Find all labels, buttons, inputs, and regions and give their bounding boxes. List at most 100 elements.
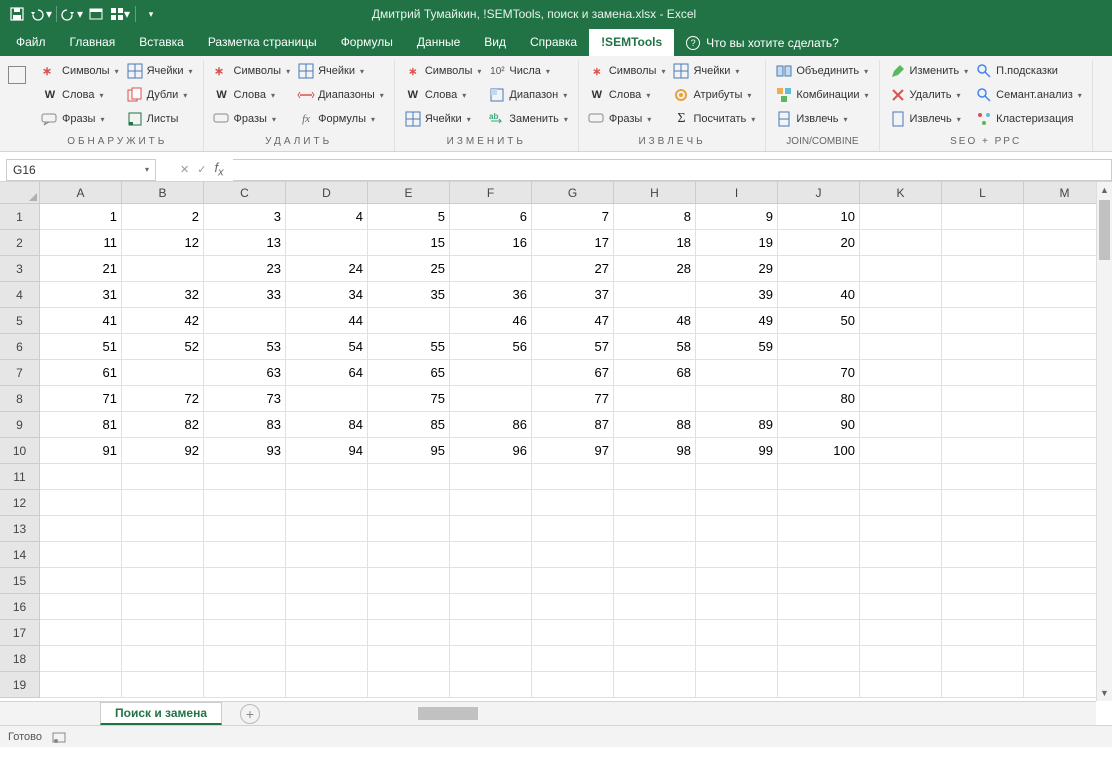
cell-H15[interactable] [614, 568, 696, 594]
detect-words[interactable]: WСлова▾ [38, 84, 123, 106]
cell-B16[interactable] [122, 594, 204, 620]
row-header-2[interactable]: 2 [0, 230, 40, 256]
row-header-5[interactable]: 5 [0, 308, 40, 334]
cell-J2[interactable]: 20 [778, 230, 860, 256]
cell-M12[interactable] [1024, 490, 1106, 516]
cell-C12[interactable] [204, 490, 286, 516]
cell-D15[interactable] [286, 568, 368, 594]
delete-phrases[interactable]: Фразы▾ [210, 108, 295, 130]
name-box[interactable]: G16▾ [6, 159, 156, 181]
change-numbers[interactable]: 10²Числа▾ [485, 60, 571, 82]
tab-semtools[interactable]: !SEMTools [589, 29, 674, 56]
cell-G7[interactable]: 67 [532, 360, 614, 386]
row-header-15[interactable]: 15 [0, 568, 40, 594]
cell-A17[interactable] [40, 620, 122, 646]
undo-button[interactable]: ▾ [30, 3, 52, 25]
seo-extract[interactable]: Извлечь▾ [886, 108, 973, 130]
cell-I3[interactable]: 29 [696, 256, 778, 282]
cell-A5[interactable]: 41 [40, 308, 122, 334]
redo-button[interactable]: ▾ [61, 3, 83, 25]
cell-J14[interactable] [778, 542, 860, 568]
cell-K9[interactable] [860, 412, 942, 438]
cell-A15[interactable] [40, 568, 122, 594]
cell-A13[interactable] [40, 516, 122, 542]
cell-G6[interactable]: 57 [532, 334, 614, 360]
cell-E14[interactable] [368, 542, 450, 568]
cell-M19[interactable] [1024, 672, 1106, 698]
cell-D12[interactable] [286, 490, 368, 516]
col-header-B[interactable]: B [122, 182, 204, 204]
cell-H2[interactable]: 18 [614, 230, 696, 256]
cell-G16[interactable] [532, 594, 614, 620]
cell-I9[interactable]: 89 [696, 412, 778, 438]
row-header-16[interactable]: 16 [0, 594, 40, 620]
cell-C3[interactable]: 23 [204, 256, 286, 282]
extract-phrases[interactable]: Фразы▾ [585, 108, 670, 130]
tab-view[interactable]: Вид [472, 29, 518, 56]
scroll-thumb-h[interactable] [418, 707, 478, 720]
cell-K13[interactable] [860, 516, 942, 542]
cell-A6[interactable]: 51 [40, 334, 122, 360]
cell-M4[interactable] [1024, 282, 1106, 308]
cell-B14[interactable] [122, 542, 204, 568]
detect-duplicates[interactable]: Дубли▾ [123, 84, 197, 106]
cell-L5[interactable] [942, 308, 1024, 334]
cell-K7[interactable] [860, 360, 942, 386]
cell-F13[interactable] [450, 516, 532, 542]
cell-I19[interactable] [696, 672, 778, 698]
cell-H16[interactable] [614, 594, 696, 620]
cell-F19[interactable] [450, 672, 532, 698]
cell-A7[interactable]: 61 [40, 360, 122, 386]
cell-C8[interactable]: 73 [204, 386, 286, 412]
row-header-4[interactable]: 4 [0, 282, 40, 308]
cell-B15[interactable] [122, 568, 204, 594]
cell-J7[interactable]: 70 [778, 360, 860, 386]
cell-I11[interactable] [696, 464, 778, 490]
cell-D7[interactable]: 64 [286, 360, 368, 386]
cell-I6[interactable]: 59 [696, 334, 778, 360]
row-header-18[interactable]: 18 [0, 646, 40, 672]
cell-C6[interactable]: 53 [204, 334, 286, 360]
cell-B18[interactable] [122, 646, 204, 672]
cell-M5[interactable] [1024, 308, 1106, 334]
extract-count[interactable]: ΣПосчитать▾ [669, 108, 759, 130]
cell-B9[interactable]: 82 [122, 412, 204, 438]
row-header-6[interactable]: 6 [0, 334, 40, 360]
cell-F9[interactable]: 86 [450, 412, 532, 438]
cell-D16[interactable] [286, 594, 368, 620]
cell-L19[interactable] [942, 672, 1024, 698]
sheet-tab-active[interactable]: Поиск и замена [100, 702, 222, 725]
cell-G1[interactable]: 7 [532, 204, 614, 230]
cell-M8[interactable] [1024, 386, 1106, 412]
cell-F4[interactable]: 36 [450, 282, 532, 308]
cell-J10[interactable]: 100 [778, 438, 860, 464]
cell-D11[interactable] [286, 464, 368, 490]
cell-I15[interactable] [696, 568, 778, 594]
cell-J5[interactable]: 50 [778, 308, 860, 334]
extract-cells[interactable]: Ячейки▾ [669, 60, 759, 82]
cell-F5[interactable]: 46 [450, 308, 532, 334]
cell-J3[interactable] [778, 256, 860, 282]
qat-btn-2[interactable]: ▾ [109, 3, 131, 25]
cell-C7[interactable]: 63 [204, 360, 286, 386]
cell-J8[interactable]: 80 [778, 386, 860, 412]
cell-J1[interactable]: 10 [778, 204, 860, 230]
tab-file[interactable]: Файл [4, 29, 58, 56]
col-header-F[interactable]: F [450, 182, 532, 204]
cell-L17[interactable] [942, 620, 1024, 646]
cell-K4[interactable] [860, 282, 942, 308]
col-header-H[interactable]: H [614, 182, 696, 204]
cell-K10[interactable] [860, 438, 942, 464]
cell-J18[interactable] [778, 646, 860, 672]
cell-A2[interactable]: 11 [40, 230, 122, 256]
cell-B3[interactable] [122, 256, 204, 282]
cell-H4[interactable] [614, 282, 696, 308]
cell-G10[interactable]: 97 [532, 438, 614, 464]
cell-A8[interactable]: 71 [40, 386, 122, 412]
cell-K1[interactable] [860, 204, 942, 230]
cell-E15[interactable] [368, 568, 450, 594]
cell-K16[interactable] [860, 594, 942, 620]
cell-B13[interactable] [122, 516, 204, 542]
cell-C13[interactable] [204, 516, 286, 542]
cell-D17[interactable] [286, 620, 368, 646]
